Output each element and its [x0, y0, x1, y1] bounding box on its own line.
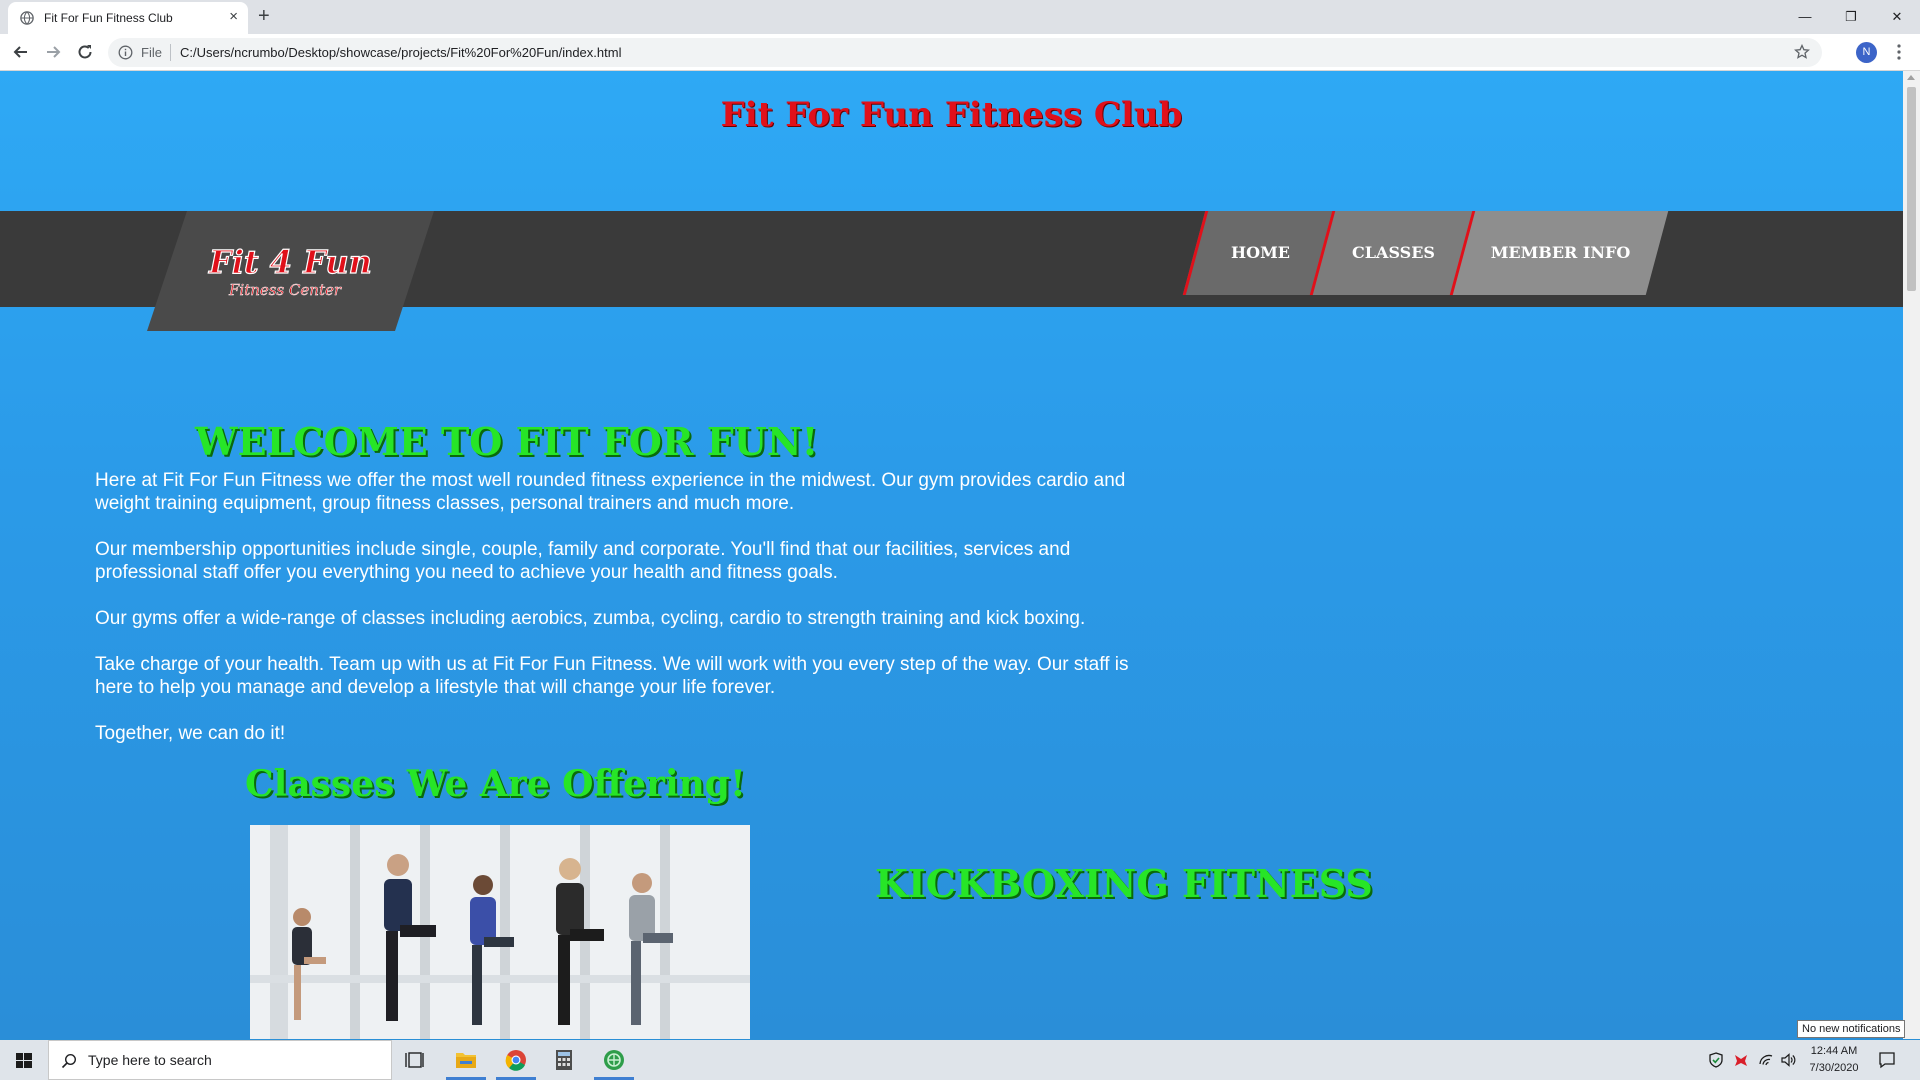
chrome-taskbar-item[interactable]	[492, 1040, 540, 1080]
url-text[interactable]: C:/Users/ncrumbo/Desktop/showcase/projec…	[180, 45, 621, 60]
scroll-thumb[interactable]	[1907, 87, 1916, 291]
nav-member-info-link[interactable]: MEMBER INFO	[1449, 211, 1669, 295]
tab-title: Fit For Fun Fitness Club	[44, 11, 173, 25]
calculator-icon	[556, 1050, 572, 1070]
address-bar[interactable]: File C:/Users/ncrumbo/Desktop/showcase/p…	[108, 38, 1822, 67]
tab-close-icon[interactable]: ×	[229, 9, 238, 25]
nav-classes-link[interactable]: CLASSES	[1309, 211, 1475, 295]
url-divider	[170, 44, 171, 61]
welcome-heading: WELCOME TO FIT FOR FUN!	[195, 419, 819, 464]
nav-classes-label: CLASSES	[1352, 243, 1435, 262]
back-arrow-icon[interactable]	[12, 43, 30, 61]
intro-paragraph: Together, we can do it!	[95, 723, 286, 744]
classes-heading: Classes We Are Offering!	[245, 763, 746, 805]
info-icon[interactable]	[118, 45, 133, 60]
browser-tabstrip: Fit For Fun Fitness Club × + — ❐ ✕	[0, 0, 1920, 34]
notification-tooltip: No new notifications	[1797, 1020, 1906, 1038]
windows-start-icon[interactable]	[0, 1040, 48, 1080]
reload-icon[interactable]	[76, 43, 94, 61]
security-shield-icon[interactable]	[1708, 1052, 1724, 1068]
antivirus-tray-icon[interactable]	[1733, 1052, 1749, 1068]
kebab-menu-icon[interactable]	[1892, 43, 1906, 61]
fit4fun-logo[interactable]: Fit 4 Fun Fitness Center	[205, 235, 385, 305]
scroll-up-icon[interactable]	[1907, 75, 1915, 80]
taskbar-clock[interactable]: 12:44 AM 7/30/2020	[1800, 1043, 1868, 1077]
forward-arrow-icon[interactable]	[44, 43, 62, 61]
clock-time: 12:44 AM	[1810, 1045, 1858, 1057]
logo-subtext: Fitness Center	[228, 281, 342, 299]
task-view-icon[interactable]	[392, 1040, 440, 1080]
intro-paragraph: Take charge of your health. Team up with…	[95, 654, 1129, 698]
search-placeholder: Type here to search	[88, 1052, 212, 1068]
intro-paragraph: Our membership opportunities include sin…	[95, 539, 1071, 583]
clock-date: 7/30/2020	[1809, 1062, 1859, 1074]
bookmark-star-icon[interactable]	[1794, 44, 1810, 60]
nav-member-info-label: MEMBER INFO	[1490, 243, 1631, 262]
kickboxing-heading: KICKBOXING FITNESS	[875, 861, 1373, 906]
search-icon	[61, 1053, 77, 1069]
site-title: Fit For Fun Fitness Club	[720, 95, 1183, 135]
intro-text: Here at Fit For Fun Fitness we offer the…	[95, 469, 1145, 768]
close-window-button[interactable]: ✕	[1874, 4, 1920, 30]
action-center-icon[interactable]	[1878, 1051, 1896, 1069]
new-tab-button[interactable]: +	[258, 5, 270, 27]
green-app-icon	[604, 1050, 624, 1070]
volume-icon[interactable]	[1780, 1052, 1796, 1068]
file-explorer-taskbar-item[interactable]	[442, 1040, 490, 1080]
chrome-icon	[505, 1050, 526, 1071]
taskbar-search-input[interactable]: Type here to search	[48, 1040, 392, 1080]
folder-icon	[456, 1053, 476, 1068]
restore-button[interactable]: ❐	[1828, 4, 1874, 30]
globe-icon	[20, 11, 34, 25]
page-scrollbar[interactable]	[1903, 71, 1920, 1039]
web-page: Fit For Fun Fitness Club Fit 4 Fun Fitne…	[0, 71, 1903, 1039]
browser-toolbar: File C:/Users/ncrumbo/Desktop/showcase/p…	[0, 34, 1920, 71]
kickboxing-class-photo	[250, 825, 750, 1039]
intro-paragraph: Our gyms offer a wide-range of classes i…	[95, 608, 1086, 629]
windows-taskbar: Type here to search 12:44 AM 7/30/2020	[0, 1040, 1920, 1080]
browser-tab[interactable]: Fit For Fun Fitness Club ×	[8, 2, 248, 34]
logo-text: Fit 4 Fun	[208, 243, 372, 281]
url-scheme-label: File	[141, 45, 162, 60]
intro-paragraph: Here at Fit For Fun Fitness we offer the…	[95, 470, 1126, 514]
profile-avatar[interactable]: N	[1856, 42, 1877, 63]
wifi-icon[interactable]	[1758, 1052, 1774, 1068]
app-taskbar-item[interactable]	[590, 1040, 638, 1080]
minimize-button[interactable]: —	[1782, 4, 1828, 30]
calculator-taskbar-item[interactable]	[540, 1040, 588, 1080]
nav-home-label: HOME	[1231, 243, 1290, 262]
